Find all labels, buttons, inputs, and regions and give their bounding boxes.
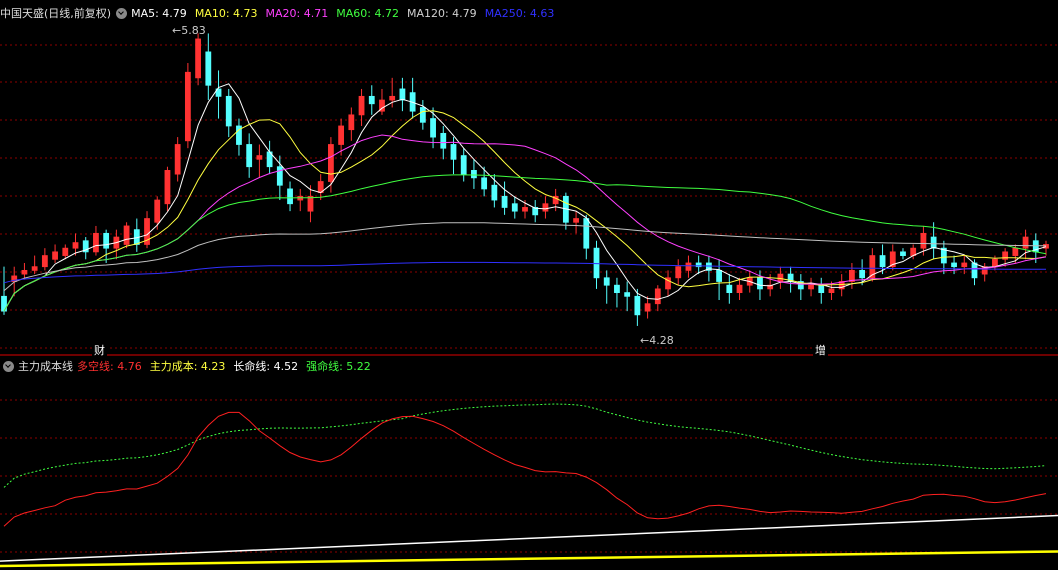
chevron-down-icon[interactable] — [3, 360, 14, 372]
candle-body — [583, 218, 590, 249]
candle-body — [511, 203, 518, 212]
candle-body — [593, 247, 600, 279]
candle-body — [542, 203, 549, 212]
candle-body — [450, 144, 457, 160]
candle-body — [72, 242, 79, 249]
kline-chart[interactable] — [0, 0, 1058, 570]
candle-body — [195, 38, 201, 79]
candle-body — [1012, 247, 1019, 256]
cost-value: 主力成本: 4.23 — [149, 360, 226, 373]
candle-body — [256, 155, 263, 160]
candle-body — [21, 269, 28, 275]
ma5-value: MA5: 4.79 — [131, 6, 187, 20]
candle-body — [859, 269, 866, 279]
main-header: 中国天盛(日线,前复权) MA5: 4.79 MA10: 4.73 MA20: … — [0, 5, 562, 21]
candle-body — [31, 266, 38, 271]
candle-body — [501, 195, 508, 208]
candle-body — [573, 218, 579, 223]
candle-body — [52, 251, 58, 260]
ma120-value: MA120: 4.79 — [406, 6, 477, 20]
candle-body — [174, 144, 181, 175]
qiangming-line — [3, 403, 1047, 488]
qiangming-value: 强命线: 5.22 — [306, 360, 371, 373]
candle-body — [971, 262, 978, 279]
candle-body — [164, 170, 171, 205]
stock-title: 中国天盛(日线,前复权) — [0, 7, 112, 20]
event-marker-zeng[interactable]: 增 — [813, 342, 828, 358]
candle-body — [930, 236, 937, 249]
candle-body — [93, 232, 99, 253]
ma20-value: MA20: 4.71 — [265, 6, 329, 20]
candle-body — [62, 247, 69, 256]
candle-body — [624, 292, 631, 297]
candle-body — [818, 284, 825, 294]
candle-body — [726, 284, 733, 294]
ma60-value: MA60: 4.72 — [336, 6, 399, 20]
candle-body — [358, 95, 365, 116]
candle-body — [634, 295, 641, 316]
candle-body — [184, 71, 191, 142]
candle-body — [757, 277, 763, 290]
candle-body — [491, 184, 498, 201]
arrow-icon: ← — [172, 24, 182, 37]
candle-body — [154, 199, 161, 223]
candle-body — [430, 118, 436, 138]
candle-body — [481, 177, 488, 190]
ma20-line — [3, 134, 1047, 312]
candle-body — [41, 255, 48, 268]
chevron-down-icon[interactable] — [116, 7, 128, 19]
candle-body — [920, 232, 927, 249]
candle-body — [777, 273, 784, 282]
candle-body — [399, 88, 406, 101]
candle-body — [419, 107, 426, 123]
candle-body — [123, 225, 130, 245]
candle-body — [205, 51, 212, 86]
candle-body — [716, 269, 722, 282]
candle-body — [900, 251, 906, 256]
candle-body — [246, 144, 253, 168]
candle-body — [644, 303, 651, 312]
candle-body — [440, 132, 447, 149]
ma250-line — [3, 261, 1046, 284]
candle-body — [103, 232, 110, 249]
ma10-value: MA10: 4.73 — [194, 6, 258, 20]
candle-body — [951, 262, 957, 268]
sub-header: 主力成本线 多空线: 4.76 主力成本: 4.23 长命线: 4.52 强命线… — [0, 358, 379, 374]
candle-body — [685, 262, 692, 271]
duokong-value: 多空线: 4.76 — [77, 360, 142, 373]
indicator-name: 主力成本线 — [18, 360, 73, 373]
candle-body — [328, 144, 334, 182]
candle-body — [225, 95, 232, 127]
ma250-value: MA250: 4.63 — [484, 6, 555, 20]
changming-value: 长命线: 4.52 — [233, 360, 299, 373]
event-marker-cai[interactable]: 财 — [92, 342, 107, 358]
candle-body — [522, 207, 528, 212]
candle-body — [338, 125, 345, 145]
candle-body — [1022, 236, 1029, 249]
candle-body — [368, 95, 375, 105]
candle-body — [276, 166, 283, 186]
high-price-label: ←5.83 — [172, 24, 206, 37]
candle-body — [654, 288, 661, 305]
candle-body — [992, 258, 998, 268]
candle-body — [675, 266, 682, 279]
candle-body — [307, 195, 314, 212]
candle-body — [736, 284, 743, 294]
duokong-line — [3, 411, 1047, 527]
candle-body — [348, 114, 355, 131]
candle-body — [389, 95, 396, 101]
candle-body — [879, 255, 886, 268]
low-price-label: ←4.28 — [640, 334, 674, 347]
candle-body — [808, 284, 814, 290]
candle-body — [828, 288, 835, 294]
candle-body — [614, 284, 620, 294]
candle-body — [961, 262, 968, 268]
arrow-icon: ← — [640, 334, 650, 347]
candle-body — [471, 170, 477, 179]
candle-body — [603, 277, 610, 286]
candle-body — [287, 188, 293, 205]
candle-body — [460, 155, 467, 175]
